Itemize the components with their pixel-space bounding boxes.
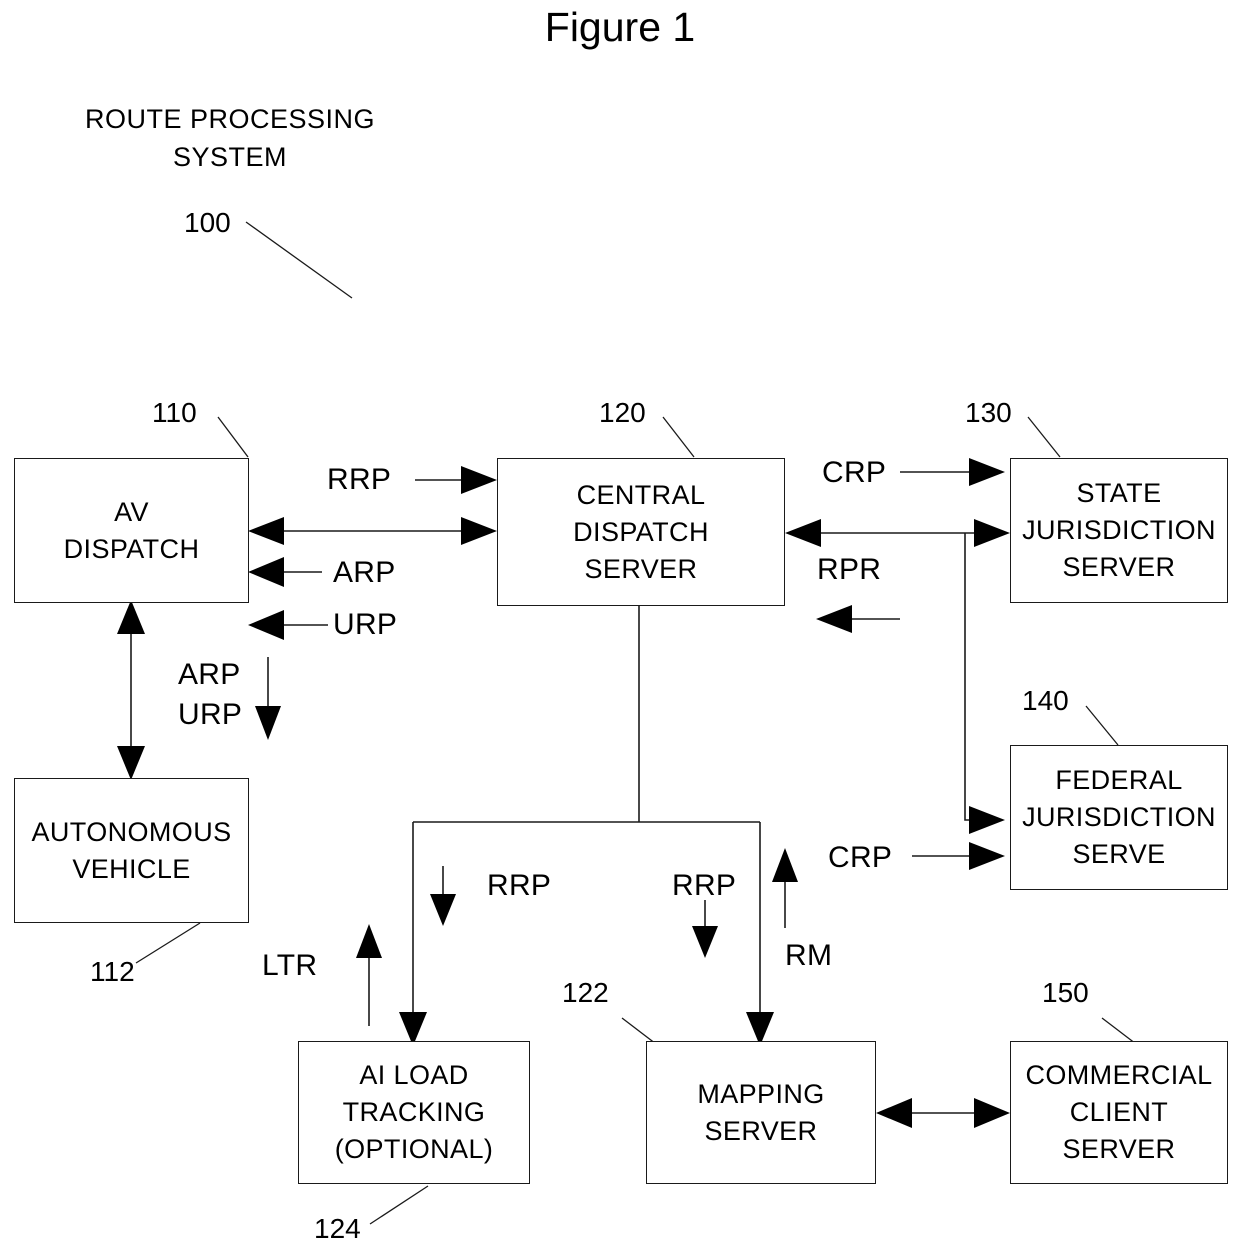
arrowhead-av-vehicle-up [117, 600, 145, 634]
node-ai-load-tracking-label: AI LOAD TRACKING (OPTIONAL) [334, 1060, 494, 1164]
leader-110 [217, 416, 249, 458]
node-federal-jurisdiction-server-label: FEDERAL JURISDICTION SERVE [1022, 765, 1216, 869]
node-state-jurisdiction-server-label: STATE JURISDICTION SERVER [1022, 478, 1216, 582]
signal-label-rpr-state-to-cds: RPR [817, 553, 882, 586]
signal-label-crp-cds-to-state: CRP [822, 456, 887, 489]
ref-130: 130 [965, 397, 1012, 428]
arrowhead-av-cds-left [248, 517, 284, 545]
node-central-dispatch-server-label: CENTRAL DISPATCH SERVER [573, 479, 709, 584]
arrowhead-arp-to-av [248, 557, 284, 587]
signal-label-urp-av-to-vehicle: URP [178, 698, 243, 731]
arrowhead-crp-to-state [969, 458, 1005, 486]
arrowhead-rrp-left-tick [430, 894, 456, 926]
leader-140 [1085, 705, 1119, 746]
arrowhead-cds-state-right [974, 519, 1010, 547]
leader-130 [1027, 416, 1061, 458]
node-state-jurisdiction-server[interactable]: STATE JURISDICTION SERVER [1010, 458, 1228, 603]
ref-122: 122 [562, 977, 609, 1008]
ref-110: 110 [152, 397, 197, 428]
line-branch-to-federal [964, 533, 992, 821]
signal-label-crp-cds-to-federal: CRP [828, 841, 893, 874]
ref-112: 112 [90, 956, 135, 987]
signal-label-rrp-av-to-cds: RRP [327, 463, 392, 496]
arrowhead-arp-urp-down [255, 706, 281, 740]
arrowhead-crp-to-federal [969, 842, 1005, 870]
node-commercial-client-server-label: COMMERCIAL CLIENT SERVER [1025, 1060, 1213, 1164]
arrowhead-av-vehicle-down [117, 746, 145, 780]
arrowhead-rrp-right-tick [692, 926, 718, 958]
leader-112 [135, 922, 201, 964]
node-av-dispatch[interactable]: AV DISPATCH [14, 458, 249, 603]
leader-100 [245, 221, 353, 299]
node-autonomous-vehicle[interactable]: AUTONOMOUS VEHICLE [14, 778, 249, 923]
node-ai-load-tracking[interactable]: AI LOAD TRACKING (OPTIONAL) [298, 1041, 530, 1184]
arrowhead-ltr-up [356, 924, 382, 958]
figure-title: Figure 1 [544, 4, 696, 50]
ref-140: 140 [1022, 685, 1069, 716]
node-av-dispatch-label: AV DISPATCH [63, 496, 200, 564]
arrowhead-rm-up [772, 848, 798, 882]
signal-label-rm-mapping-to-cds: RM [785, 939, 833, 972]
node-mapping-server[interactable]: MAPPING SERVER [646, 1041, 876, 1184]
signal-label-urp-cds-to-av: URP [333, 608, 398, 641]
ref-150: 150 [1042, 977, 1089, 1008]
arrowhead-mapping-left [876, 1098, 912, 1128]
signal-label-ltr-aiload-to-cds: LTR [262, 949, 318, 982]
node-autonomous-vehicle-label: AUTONOMOUS VEHICLE [31, 816, 232, 884]
signal-label-arp-av-to-vehicle: ARP [178, 658, 241, 691]
node-mapping-server-label: MAPPING SERVER [697, 1078, 825, 1146]
arrowhead-rpr-to-cds [816, 605, 852, 633]
ref-124: 124 [314, 1213, 361, 1244]
arrowhead-cds-state-left [785, 519, 821, 547]
arrowhead-urp-to-av [248, 610, 284, 640]
arrowhead-commercial-right [974, 1098, 1010, 1128]
ref-120: 120 [599, 397, 646, 428]
signal-label-rrp-cds-to-mapping: RRP [672, 869, 737, 902]
node-commercial-client-server[interactable]: COMMERCIAL CLIENT SERVER [1010, 1041, 1228, 1184]
arrowhead-branch-to-federal [969, 806, 1005, 834]
signal-label-arp-cds-to-av: ARP [333, 556, 396, 589]
ref-100: 100 [184, 207, 231, 238]
node-federal-jurisdiction-server[interactable]: FEDERAL JURISDICTION SERVE [1010, 745, 1228, 890]
arrowhead-av-cds-right [461, 517, 497, 545]
signal-label-rrp-cds-to-aiload: RRP [487, 869, 552, 902]
system-title: ROUTE PROCESSING SYSTEM [84, 104, 376, 172]
arrowhead-rrp-to-cds [461, 466, 497, 494]
figure-canvas: Figure 1 ROUTE PROCESSING SYSTEM 100 AV … [0, 0, 1240, 1258]
leader-124 [369, 1185, 429, 1225]
leader-120 [662, 416, 695, 458]
node-central-dispatch-server[interactable]: CENTRAL DISPATCH SERVER [497, 458, 785, 606]
